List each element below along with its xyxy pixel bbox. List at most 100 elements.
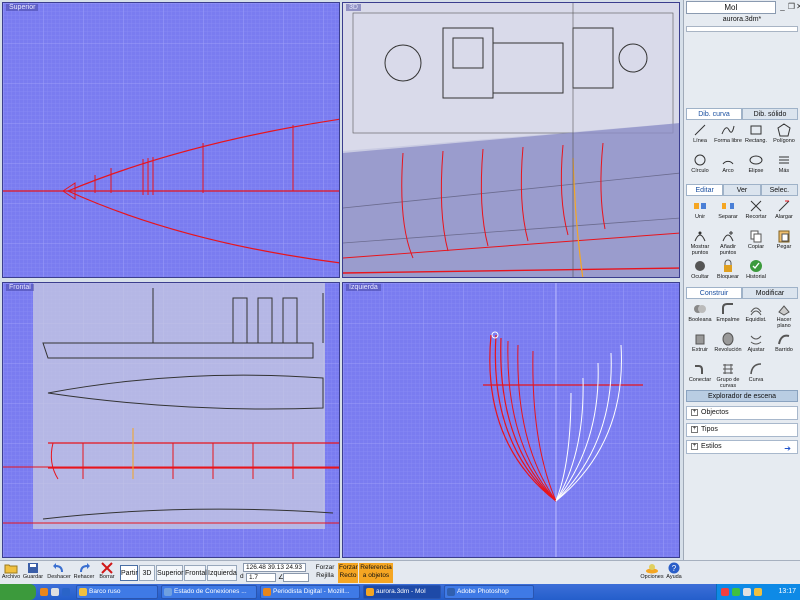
tool-planar[interactable]: Hacer plano <box>770 301 798 331</box>
tab-draw-solid[interactable]: Dib. sólido <box>742 108 798 120</box>
start-button[interactable] <box>0 584 36 600</box>
angle-field[interactable] <box>283 573 309 582</box>
help-button[interactable]: ? Ayuda <box>665 562 683 584</box>
task-barco-ruso[interactable]: Barco ruso <box>76 585 158 599</box>
tool-fillet[interactable]: Empalme <box>714 301 742 331</box>
snap-grid-toggle[interactable]: Forzar Rejilla <box>314 563 336 583</box>
tray-icon[interactable] <box>754 588 762 596</box>
viewport-title[interactable]: Izquierda <box>346 284 381 291</box>
task-photoshop[interactable]: Adobe Photoshop <box>444 585 534 599</box>
tool-label: Pegar <box>776 244 792 250</box>
scene-item-objects[interactable]: + Objectos <box>686 406 798 420</box>
tool-boolean[interactable]: Booleana <box>686 301 714 331</box>
button-label: Archivo <box>1 574 21 580</box>
object-snap-toggle[interactable]: Referencia a objetos <box>359 563 393 583</box>
tool-label: Ocultar <box>691 274 709 280</box>
tray-icon[interactable] <box>732 588 740 596</box>
tool-add-points[interactable]: Añadir puntos <box>714 228 742 258</box>
tool-more[interactable]: Más <box>770 152 798 182</box>
tool-arc[interactable]: Arco <box>714 152 742 182</box>
view-top-button[interactable]: Superior <box>156 565 183 581</box>
scene-item-label: Estilos <box>701 443 722 450</box>
tool-copy[interactable]: Copiar <box>742 228 770 258</box>
minimize-icon[interactable]: _ <box>778 2 787 11</box>
tool-lock[interactable]: Bloquear <box>714 258 742 288</box>
delete-button[interactable]: Borrar <box>98 562 116 584</box>
viewport-title[interactable]: Superior <box>6 4 39 11</box>
view-front-button[interactable]: Frontal <box>184 565 207 581</box>
arc-icon <box>721 153 735 167</box>
tool-trim[interactable]: Recortar <box>742 198 770 228</box>
view-left-button[interactable]: Izquierda <box>207 565 237 581</box>
tray-icon[interactable] <box>721 588 729 596</box>
task-moi[interactable]: aurora.3dm - MoI <box>363 585 441 599</box>
scene-explorer-header[interactable]: Explorador de escena <box>686 390 798 402</box>
app-icon[interactable] <box>51 588 59 596</box>
scene-item-types[interactable]: + Tipos <box>686 423 798 437</box>
help-icon: ? <box>667 562 681 574</box>
file-button[interactable]: Archivo <box>2 562 20 584</box>
tab-build[interactable]: Construir <box>686 287 742 299</box>
tool-loft[interactable]: Ajustar <box>742 331 770 361</box>
viewport-3d[interactable]: 3D <box>342 2 680 278</box>
tool-label: Equidist. <box>745 317 767 323</box>
arrow-right-icon[interactable]: ➔ <box>784 443 791 455</box>
circle-icon <box>693 153 707 167</box>
tool-show-points[interactable]: Mostrar puntos <box>686 228 714 258</box>
tab-select[interactable]: Selec. <box>760 184 798 196</box>
viewport-left[interactable]: Izquierda <box>342 282 680 558</box>
tool-history[interactable]: Historial <box>742 258 770 288</box>
quicklaunch-icon[interactable] <box>62 588 70 596</box>
tool-extrude[interactable]: Extruir <box>686 331 714 361</box>
coordinate-readout[interactable]: 126.48 39.13 24.93 <box>243 563 306 572</box>
task-connections[interactable]: Estado de Conexiones ... <box>161 585 257 599</box>
tool-ellipse[interactable]: Elipse <box>742 152 770 182</box>
tool-blend[interactable]: Conectar <box>686 361 714 391</box>
tool-curve[interactable]: Curva <box>742 361 770 391</box>
tool-polygon[interactable]: Polígono <box>770 122 798 152</box>
history-icon <box>749 259 763 273</box>
tool-network[interactable]: Grupo de curvas <box>714 361 742 391</box>
tool-join[interactable]: Unir <box>686 198 714 228</box>
show-points-icon <box>693 229 707 243</box>
tab-draw-curve[interactable]: Dib. curva <box>686 108 742 120</box>
scene-item-styles[interactable]: + Estilos ➔ <box>686 440 798 454</box>
tool-label: Círculo <box>691 168 709 174</box>
distance-field[interactable]: 1.7 <box>246 573 276 582</box>
viewport-top[interactable]: Superior <box>2 2 340 278</box>
tool-hide[interactable]: Ocultar <box>686 258 714 288</box>
button-label: Guardar <box>22 574 44 580</box>
redo-button[interactable]: Rehacer <box>73 562 95 584</box>
tool-freeform[interactable]: Forma libre <box>714 122 742 152</box>
view-3d-button[interactable]: 3D <box>139 565 155 581</box>
lock-icon <box>721 259 735 273</box>
tab-modify[interactable]: Modificar <box>742 287 798 299</box>
close-icon[interactable]: ✕ <box>795 2 800 11</box>
tool-circle[interactable]: Círculo <box>686 152 714 182</box>
viewport-title[interactable]: 3D <box>346 4 361 11</box>
options-button[interactable]: Opciones <box>640 562 664 584</box>
save-button[interactable]: Guardar <box>23 562 43 584</box>
draw-tools: Línea Forma libre Rectang. Polígono Círc… <box>686 122 798 182</box>
view-split-button[interactable]: Partir <box>120 565 138 581</box>
tool-offset[interactable]: Equidist. <box>742 301 770 331</box>
tab-view[interactable]: Ver <box>723 184 761 196</box>
tool-line[interactable]: Línea <box>686 122 714 152</box>
tab-edit[interactable]: Editar <box>686 184 724 196</box>
tool-revolve[interactable]: Revolución <box>714 331 742 361</box>
viewport-front[interactable]: Frontal <box>2 282 340 558</box>
snap-straight-toggle[interactable]: Forzar Recto <box>338 563 358 583</box>
tool-extend[interactable]: Alargar <box>770 198 798 228</box>
expand-icon: + <box>691 442 698 450</box>
tool-separate[interactable]: Separar <box>714 198 742 228</box>
tool-sweep[interactable]: Barrido <box>770 331 798 361</box>
tray-icon[interactable] <box>743 588 751 596</box>
tool-rectangle[interactable]: Rectang. <box>742 122 770 152</box>
revolve-icon <box>721 332 735 346</box>
task-firefox[interactable]: Periodista Digital - Mozill... <box>260 585 360 599</box>
firefox-icon[interactable] <box>40 588 48 596</box>
undo-button[interactable]: Deshacer <box>47 562 71 584</box>
tool-paste[interactable]: Pegar <box>770 228 798 258</box>
svg-text:?: ? <box>672 564 677 573</box>
viewport-title[interactable]: Frontal <box>6 284 34 291</box>
